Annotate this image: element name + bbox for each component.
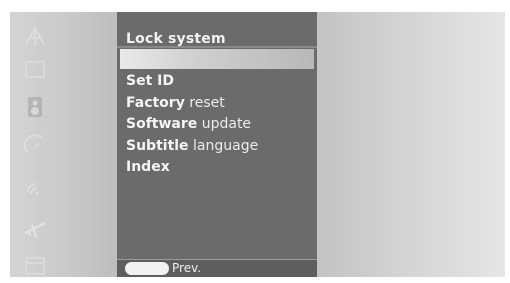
tv-screen: Lock system Set ID Factory reset Softwar… [10, 12, 505, 277]
menu-item-label: Set ID [126, 73, 174, 89]
footer-bar: Prev. [117, 260, 317, 277]
dial-icon[interactable] [22, 132, 48, 158]
menu-item-label: Subtitle [126, 137, 189, 154]
prev-button[interactable] [125, 262, 169, 275]
menu-item-set-id[interactable]: Set ID [126, 71, 258, 93]
menu-highlight-empty[interactable] [120, 49, 314, 69]
menu-title: Lock system [126, 31, 226, 47]
menu-item-label-suffix: update [197, 116, 252, 132]
menu-item-label-suffix: language [188, 137, 259, 154]
menu-item-subtitle-language[interactable]: Subtitle language [126, 136, 258, 158]
plane-icon[interactable] [22, 215, 48, 241]
menu-item-label-suffix: reset [184, 94, 225, 111]
menu-item-label: Software [126, 116, 198, 132]
signal-icon[interactable] [22, 172, 48, 198]
prev-label: Prev. [172, 261, 202, 275]
screen-icon[interactable] [22, 57, 48, 83]
menu-panel: Lock system Set ID Factory reset Softwar… [117, 12, 317, 277]
menu-item-label: Index [126, 159, 170, 175]
menu-item-software-update[interactable]: Software update [126, 114, 258, 136]
menu-list: Set ID Factory reset Software update Sub… [126, 71, 258, 179]
title-divider [117, 46, 317, 48]
menu-item-label: Factory [126, 94, 185, 111]
menu-item-factory-reset[interactable]: Factory reset [126, 93, 258, 115]
window-icon[interactable] [22, 254, 48, 277]
menu-item-index[interactable]: Index [126, 157, 258, 179]
speaker-icon[interactable] [22, 94, 48, 120]
left-icon-rail [10, 12, 117, 277]
antenna-icon[interactable] [22, 22, 48, 48]
